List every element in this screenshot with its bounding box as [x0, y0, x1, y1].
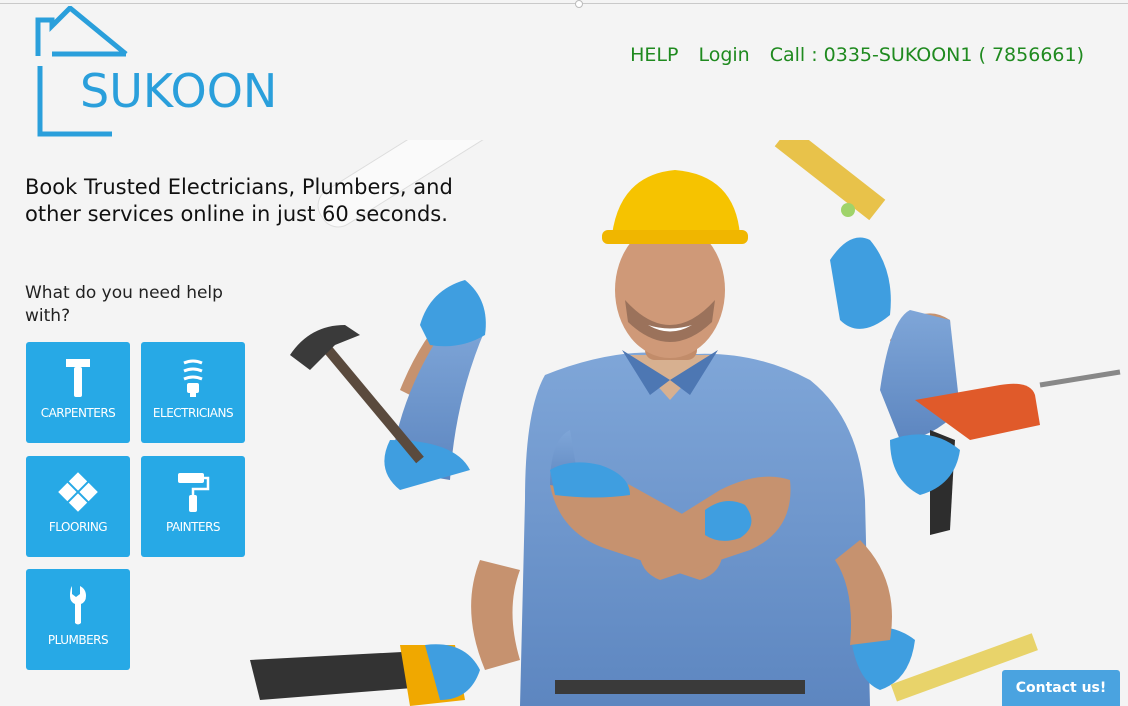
service-label: ELECTRICIANS: [152, 406, 234, 420]
hammer-icon: [58, 356, 98, 400]
light-bulb-icon: [173, 356, 213, 400]
service-label: CARPENTERS: [40, 406, 116, 420]
top-nav: HELP Login Call : 0335-SUKOON1 ( 7856661…: [630, 44, 1084, 66]
top-divider-dot: [575, 0, 583, 8]
service-tile-electricians[interactable]: ELECTRICIANS: [141, 342, 245, 443]
service-tile-plumbers[interactable]: PLUMBERS: [26, 569, 130, 670]
paint-roller-icon: [173, 470, 213, 514]
floor-tiles-icon: [58, 470, 98, 514]
top-divider: [0, 3, 1128, 4]
service-tile-carpenters[interactable]: CARPENTERS: [26, 342, 130, 443]
hero-headline: Book Trusted Electricians, Plumbers, and…: [25, 175, 453, 226]
wrench-icon: [58, 583, 98, 627]
service-label: FLOORING: [48, 520, 108, 534]
help-link[interactable]: HELP: [630, 44, 678, 66]
service-tile-painters[interactable]: PAINTERS: [141, 456, 245, 557]
login-link[interactable]: Login: [698, 44, 749, 66]
service-prompt: What do you need help with?: [25, 283, 223, 326]
service-label: PLUMBERS: [47, 633, 109, 647]
logo-wordmark: SUKOON: [80, 64, 278, 118]
sukoon-logo[interactable]: SUKOON: [30, 6, 277, 138]
service-label: PAINTERS: [165, 520, 221, 534]
contact-us-button[interactable]: Contact us!: [1002, 670, 1120, 706]
service-tile-flooring[interactable]: FLOORING: [26, 456, 130, 557]
call-phone-link[interactable]: Call : 0335-SUKOON1 ( 7856661): [770, 44, 1084, 66]
